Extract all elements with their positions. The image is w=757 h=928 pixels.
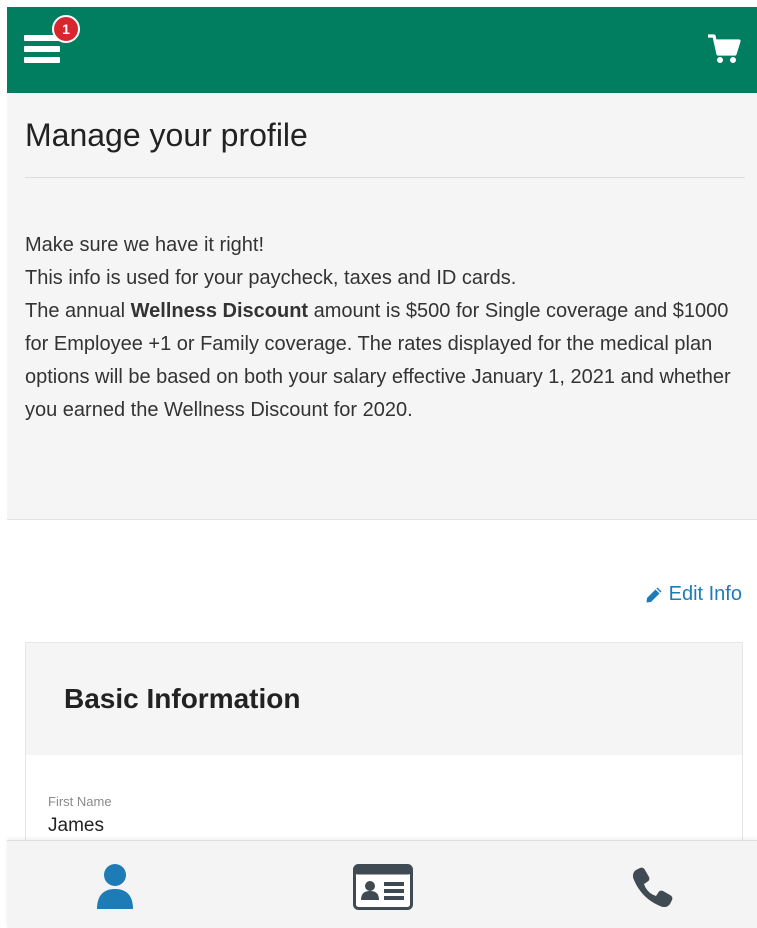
nav-profile-button[interactable] (85, 861, 145, 913)
intro-panel: Manage your profile Make sure we have it… (7, 93, 757, 520)
card-header: Basic Information (26, 643, 742, 755)
title-divider (25, 177, 745, 178)
wellness-prefix: The annual (25, 300, 131, 322)
bottom-nav (7, 840, 757, 928)
app-frame: 1 Manage your profile Make sure we have … (0, 0, 757, 928)
notification-badge: 1 (52, 15, 80, 43)
hamburger-menu-icon-bar (24, 57, 60, 63)
wellness-discount-term: Wellness Discount (130, 300, 309, 322)
wellness-paragraph: The annual Wellness Discount amount is $… (25, 295, 745, 427)
pencil-icon (646, 587, 662, 602)
top-header: 1 (7, 7, 757, 93)
edit-info-label: Edit Info (668, 583, 742, 605)
person-icon (97, 864, 133, 909)
cart-icon (708, 34, 741, 63)
card-title: Basic Information (64, 683, 301, 714)
nav-phone-button[interactable] (623, 861, 683, 913)
edit-info-link[interactable]: Edit Info (645, 583, 742, 606)
phone-icon (632, 867, 673, 908)
intro-line-1: Make sure we have it right! (25, 234, 264, 256)
first-name-value: James (48, 815, 104, 836)
basic-information-card: Basic Information First Name James (25, 642, 743, 862)
intro-text: Make sure we have it right! This info is… (25, 229, 745, 427)
id-card-icon (353, 864, 413, 910)
page-title: Manage your profile (25, 117, 308, 153)
hamburger-menu-icon-bar (24, 46, 60, 52)
intro-line-2: This info is used for your paycheck, tax… (25, 267, 517, 289)
first-name-label: First Name (48, 794, 112, 809)
nav-id-card-button[interactable] (353, 861, 413, 913)
cart-button[interactable] (707, 32, 741, 66)
